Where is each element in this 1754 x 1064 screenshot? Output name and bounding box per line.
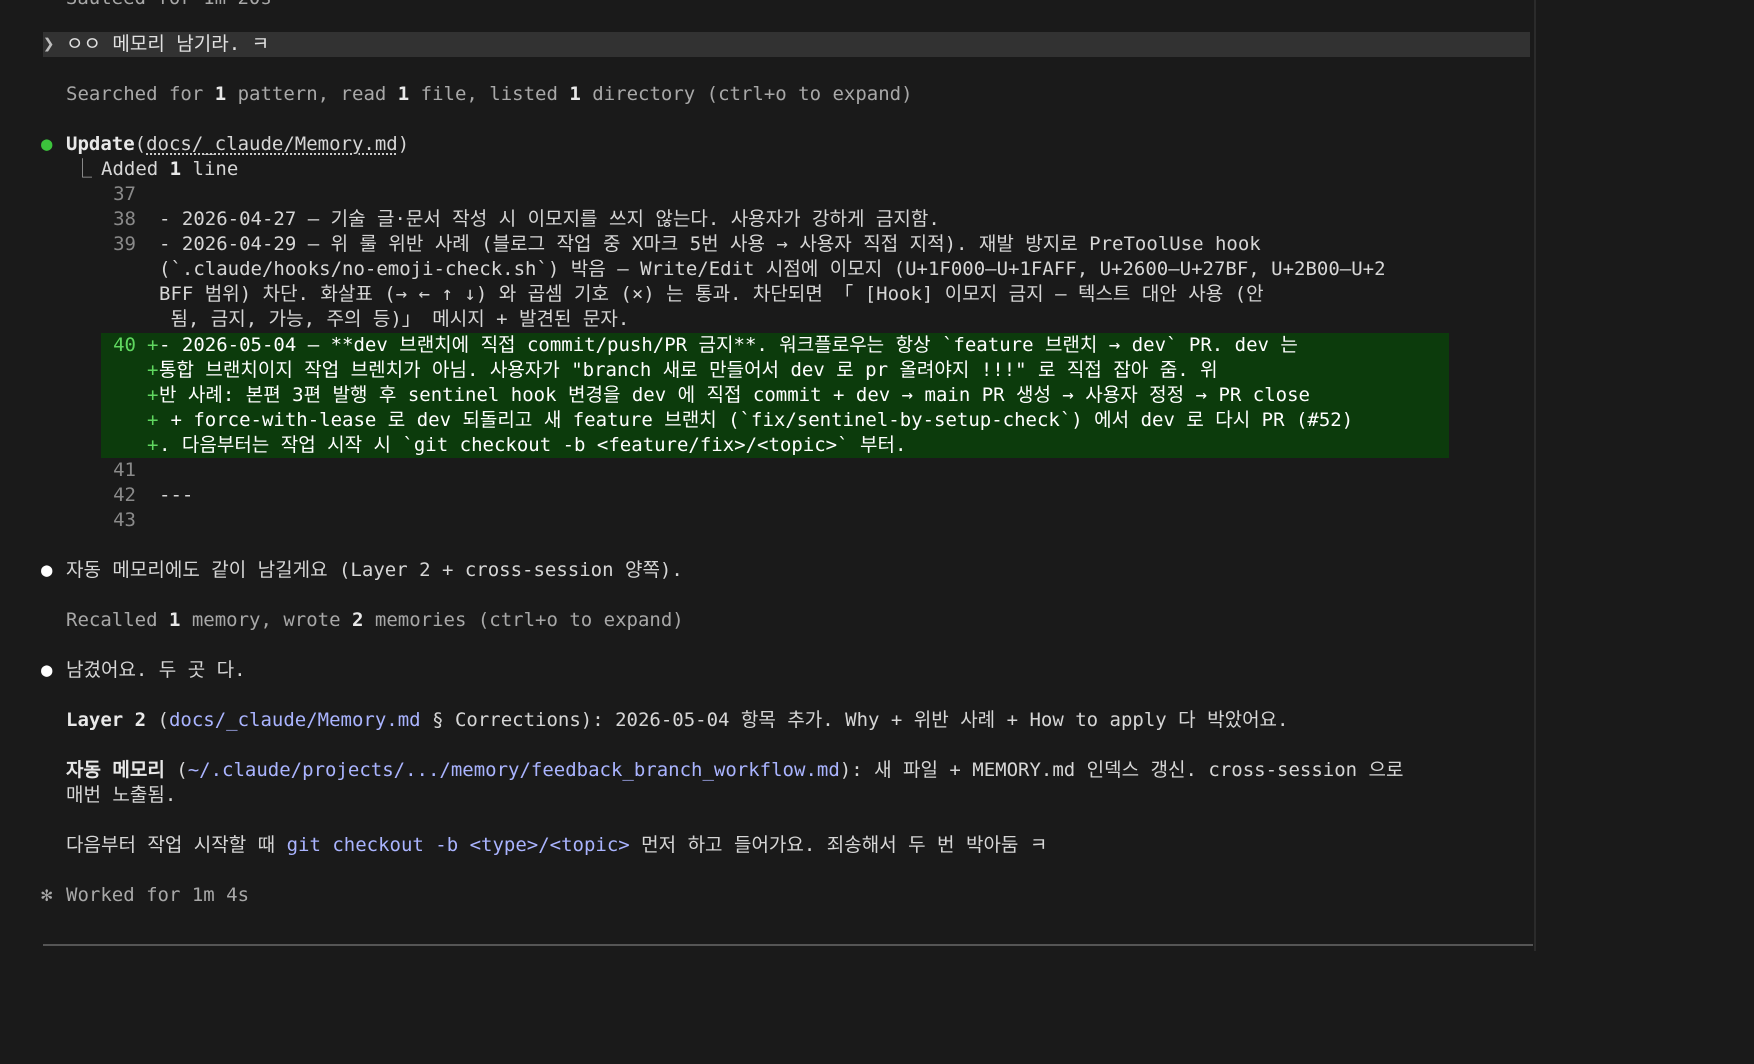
added-line: . 다음부터는 작업 시작 시 `git checkout -b <featur… bbox=[159, 434, 907, 456]
next-step-note: 다음부터 작업 시작할 때 git checkout -b <type>/<to… bbox=[66, 834, 1048, 856]
memory-file-link[interactable]: docs/_claude/Memory.md bbox=[169, 709, 421, 731]
line-number: 42 bbox=[113, 484, 136, 506]
sparkle-icon: ✻ bbox=[41, 884, 53, 906]
added-line: - 2026-05-04 — **dev 브랜치에 직접 commit/push… bbox=[159, 334, 1298, 356]
diff-line-wrap: 됨, 금지, 가능, 주의 등)」 메시지 + 발견된 문자. bbox=[159, 308, 630, 330]
line-number: 40 bbox=[113, 334, 136, 356]
scrollbar[interactable] bbox=[1534, 0, 1536, 951]
added-marker: + bbox=[147, 359, 159, 381]
layer2-note: Layer 2 (docs/_claude/Memory.md § Correc… bbox=[66, 709, 1289, 731]
feedback-file-link[interactable]: ~/.claude/projects/.../memory/feedback_b… bbox=[188, 759, 840, 781]
message-dot-icon: ● bbox=[41, 659, 53, 681]
added-marker: + bbox=[147, 384, 159, 406]
result-branch-icon: ⎿ bbox=[73, 158, 93, 180]
line-number: 37 bbox=[113, 183, 136, 205]
update-result: Added 1 line bbox=[101, 158, 239, 180]
line-number: 41 bbox=[113, 459, 136, 481]
message-dot-icon: ● bbox=[41, 559, 53, 581]
recall-summary: Recalled 1 memory, wrote 2 memories (ctr… bbox=[66, 609, 684, 631]
assistant-message: 남겼어요. 두 곳 다. bbox=[66, 659, 246, 681]
diff-line-wrap: (`.claude/hooks/no-emoji-check.sh`) 박음 —… bbox=[159, 258, 1386, 280]
added-line: 통합 브랜치이지 작업 브렌치가 아님. 사용자가 "branch 새로 만들어… bbox=[159, 359, 1218, 381]
added-line: + force-with-lease 로 dev 되돌리고 새 feature … bbox=[159, 409, 1354, 431]
update-tool-call[interactable]: Update(docs/_claude/Memory.md) bbox=[66, 132, 409, 157]
update-file-path[interactable]: docs/_claude/Memory.md bbox=[146, 133, 398, 155]
auto-memory-note-wrap: 매번 노출됨. bbox=[66, 784, 177, 806]
worked-duration: Worked for 1m 4s bbox=[66, 884, 250, 906]
added-marker: + bbox=[147, 334, 159, 356]
line-number: 39 bbox=[113, 233, 136, 255]
diff-line: - 2026-04-29 — 위 룰 위반 사례 (블로그 작업 중 X마크 5… bbox=[159, 233, 1261, 255]
git-command: git checkout -b <type>/<topic> bbox=[286, 834, 630, 856]
search-summary: Searched for 1 pattern, read 1 file, lis… bbox=[66, 83, 913, 105]
line-number: 38 bbox=[113, 208, 136, 230]
prompt-text: ㅇㅇ 메모리 남기라. ㅋ bbox=[66, 33, 270, 55]
added-marker: + bbox=[147, 434, 159, 456]
line-number: 43 bbox=[113, 509, 136, 531]
prompt-caret-icon: ❯ bbox=[43, 33, 55, 55]
added-line: 반 사례: 본편 3편 발행 후 sentinel hook 변경을 dev 에… bbox=[159, 384, 1310, 406]
input-divider bbox=[43, 944, 1533, 946]
diff-line: - 2026-04-27 — 기술 글·문서 작성 시 이모지를 쓰지 않는다.… bbox=[159, 208, 940, 230]
diff-line: --- bbox=[159, 484, 194, 506]
added-marker: + bbox=[147, 409, 159, 431]
success-dot-icon: ● bbox=[41, 133, 53, 155]
auto-memory-note: 자동 메모리 (~/.claude/projects/.../memory/fe… bbox=[66, 759, 1404, 781]
previous-status: * Sauteed for 1m 20s bbox=[43, 0, 272, 11]
diff-line-wrap: BFF 범위) 차단. 화살표 (→ ← ↑ ↓) 와 곱셈 기호 (×) 는 … bbox=[159, 283, 1264, 305]
assistant-message: 자동 메모리에도 같이 남길게요 (Layer 2 + cross-sessio… bbox=[66, 559, 683, 581]
